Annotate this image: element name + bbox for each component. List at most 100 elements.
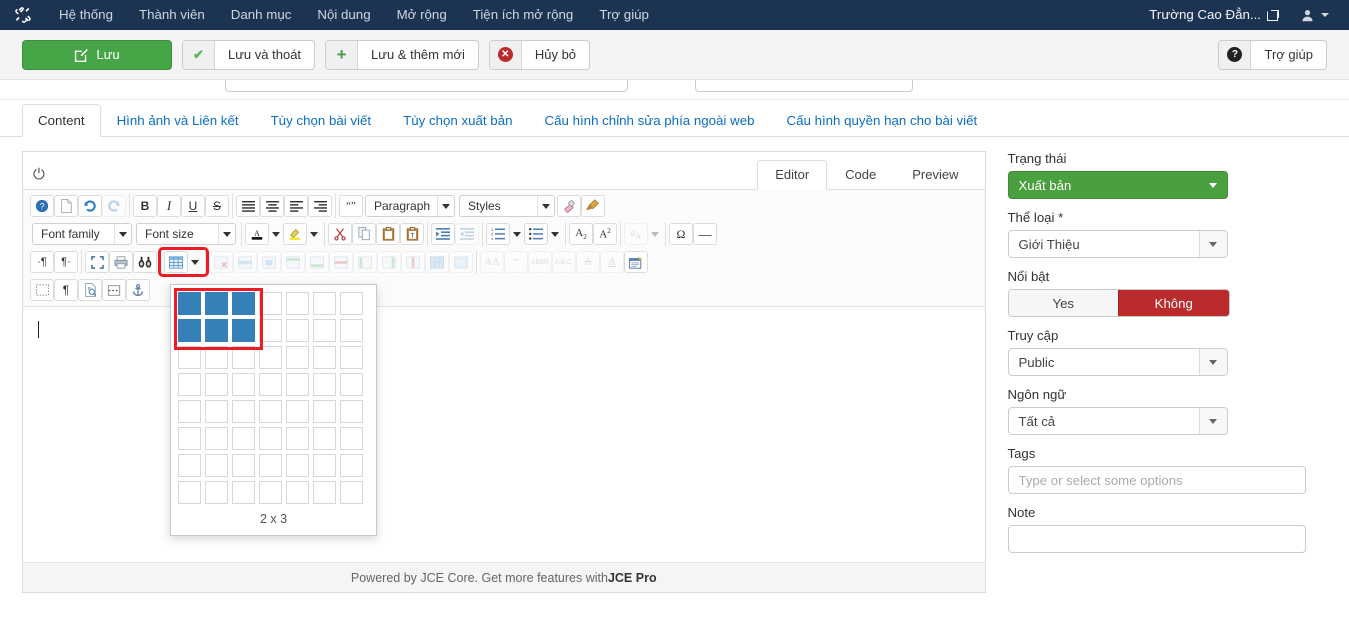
copy-icon[interactable]	[352, 223, 376, 245]
table-size-cell-6x3[interactable]	[232, 427, 255, 450]
table-size-cell-6x6[interactable]	[313, 427, 336, 450]
blockquote-icon[interactable]: “”	[339, 195, 363, 217]
paste-icon[interactable]	[376, 223, 400, 245]
table-size-cell-8x5[interactable]	[286, 481, 309, 504]
align-left-icon[interactable]	[284, 195, 308, 217]
rtl-icon[interactable]: ¶·	[54, 251, 78, 273]
table-size-cell-6x4[interactable]	[259, 427, 282, 450]
underline-icon[interactable]: U	[181, 195, 205, 217]
table-size-picker-popup[interactable]: 2 x 3	[170, 284, 377, 536]
table-size-cell-7x3[interactable]	[232, 454, 255, 477]
table-size-cell-5x4[interactable]	[259, 400, 282, 423]
table-size-cell-1x2[interactable]	[205, 292, 228, 315]
table-size-cell-2x2[interactable]	[205, 319, 228, 342]
article-icon[interactable]	[624, 251, 648, 273]
table-size-cell-3x6[interactable]	[313, 346, 336, 369]
tab-frontend-edit-config[interactable]: Cấu hình chỉnh sửa phía ngoài web	[529, 104, 771, 137]
table-size-cell-4x5[interactable]	[286, 373, 309, 396]
table-size-cell-6x5[interactable]	[286, 427, 309, 450]
table-size-cell-4x2[interactable]	[205, 373, 228, 396]
undo-icon[interactable]	[78, 195, 102, 217]
charmap-icon[interactable]: Ω	[669, 223, 693, 245]
visual-blocks-icon[interactable]	[30, 279, 54, 301]
site-name-link[interactable]: Trường Cao Đẳn...	[1141, 0, 1287, 30]
featured-toggle[interactable]: Yes Không	[1007, 289, 1230, 317]
anchor-icon[interactable]	[126, 279, 150, 301]
table-size-cell-5x2[interactable]	[205, 400, 228, 423]
menu-item-system[interactable]: Hệ thống	[46, 0, 126, 30]
table-size-cell-2x4[interactable]	[259, 319, 282, 342]
bullet-list-caret-icon[interactable]	[548, 223, 562, 245]
align-right-icon[interactable]	[308, 195, 332, 217]
table-size-cell-2x6[interactable]	[313, 319, 336, 342]
superscript-icon[interactable]: A2	[593, 223, 617, 245]
table-size-cell-3x2[interactable]	[205, 346, 228, 369]
cut-icon[interactable]	[328, 223, 352, 245]
menu-item-components[interactable]: Mở rộng	[384, 0, 460, 30]
table-size-cell-2x5[interactable]	[286, 319, 309, 342]
table-size-cell-3x7[interactable]	[340, 346, 363, 369]
fullscreen-icon[interactable]	[85, 251, 109, 273]
numbered-list-icon[interactable]: 123	[486, 223, 510, 245]
pilcrow-icon[interactable]: ¶	[54, 279, 78, 301]
editor-mode-tab-preview[interactable]: Preview	[894, 160, 976, 190]
table-size-cell-6x2[interactable]	[205, 427, 228, 450]
power-toggle-icon[interactable]: ⏻	[33, 167, 45, 182]
table-size-cell-3x5[interactable]	[286, 346, 309, 369]
table-size-cell-5x3[interactable]	[232, 400, 255, 423]
access-select[interactable]: Public	[1007, 348, 1228, 376]
featured-yes-button[interactable]: Yes	[1008, 290, 1118, 316]
tab-article-permissions[interactable]: Cấu hình quyền hạn cho bài viết	[770, 104, 993, 137]
forecolor-icon[interactable]: A	[245, 223, 269, 245]
tab-content[interactable]: Content	[22, 103, 101, 137]
table-size-cell-8x1[interactable]	[178, 481, 201, 504]
featured-no-button[interactable]: Không	[1118, 290, 1229, 316]
table-size-cell-8x3[interactable]	[232, 481, 255, 504]
table-size-cell-3x3[interactable]	[232, 346, 255, 369]
table-size-cell-7x4[interactable]	[259, 454, 282, 477]
table-size-cell-1x7[interactable]	[340, 292, 363, 315]
menu-item-content[interactable]: Nội dung	[304, 0, 383, 30]
table-size-cell-1x3[interactable]	[232, 292, 255, 315]
numbered-list-caret-icon[interactable]	[510, 223, 524, 245]
table-size-cell-5x7[interactable]	[340, 400, 363, 423]
table-size-cell-6x7[interactable]	[340, 427, 363, 450]
styles-select[interactable]: Styles	[459, 195, 555, 217]
remove-format-icon[interactable]	[557, 195, 581, 217]
italic-icon[interactable]: I	[157, 195, 181, 217]
help-button[interactable]: ? Trợ giúp	[1218, 39, 1327, 70]
table-size-cell-4x4[interactable]	[259, 373, 282, 396]
tab-images-and-links[interactable]: Hình ảnh và Liên kết	[101, 104, 255, 137]
table-size-cell-5x5[interactable]	[286, 400, 309, 423]
align-justify-icon[interactable]	[236, 195, 260, 217]
backcolor-caret-icon[interactable]	[307, 223, 321, 245]
indent-icon[interactable]	[431, 223, 455, 245]
menu-item-extensions[interactable]: Tiện ích mở rộng	[460, 0, 587, 30]
paste-as-text-icon[interactable]: T	[400, 223, 424, 245]
font-family-select[interactable]: Font family	[32, 223, 132, 245]
tab-publishing-options[interactable]: Tùy chọn xuất bản	[387, 104, 528, 137]
table-size-cell-7x6[interactable]	[313, 454, 336, 477]
note-input[interactable]	[1007, 525, 1306, 553]
table-size-cell-4x3[interactable]	[232, 373, 255, 396]
status-select[interactable]: Xuất bản	[1007, 171, 1228, 199]
menu-item-help[interactable]: Trợ giúp	[586, 0, 662, 30]
search-replace-icon[interactable]	[133, 251, 157, 273]
ltr-icon[interactable]: ·¶	[30, 251, 54, 273]
help-icon[interactable]: ?	[30, 195, 54, 217]
tab-article-options[interactable]: Tùy chọn bài viết	[255, 104, 388, 137]
table-size-cell-3x4[interactable]	[259, 346, 282, 369]
table-size-cell-2x7[interactable]	[340, 319, 363, 342]
table-size-cell-7x2[interactable]	[205, 454, 228, 477]
table-icon[interactable]	[164, 251, 188, 273]
new-document-icon[interactable]	[54, 195, 78, 217]
save-and-new-button[interactable]: + Lưu & thêm mới	[325, 39, 479, 70]
table-size-cell-4x6[interactable]	[313, 373, 336, 396]
table-size-cell-4x7[interactable]	[340, 373, 363, 396]
user-menu[interactable]	[1287, 9, 1339, 22]
table-size-cell-8x6[interactable]	[313, 481, 336, 504]
table-size-cell-1x5[interactable]	[286, 292, 309, 315]
cancel-button[interactable]: ✕ Hủy bỏ	[488, 39, 591, 70]
strikethrough-icon[interactable]: S	[205, 195, 229, 217]
table-size-cell-7x1[interactable]	[178, 454, 201, 477]
